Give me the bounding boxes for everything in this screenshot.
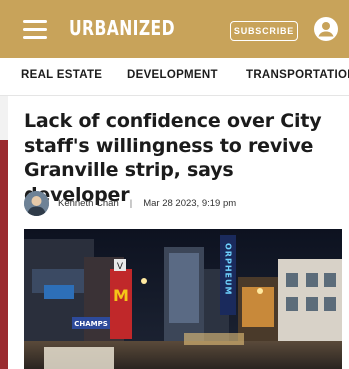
mcdonalds-sign: M bbox=[113, 286, 129, 305]
top-header-bar: URBANIZED SUBSCRIBE bbox=[0, 0, 349, 58]
nav-item-development[interactable]: DEVELOPMENT bbox=[127, 69, 218, 81]
champs-sign: CHAMPS bbox=[74, 320, 108, 328]
v-sign: V bbox=[117, 262, 124, 272]
accent-strip bbox=[0, 140, 8, 369]
article-hero-image[interactable]: M V CHAMPS ORPHEUM bbox=[24, 229, 342, 369]
byline-separator: | bbox=[129, 197, 133, 209]
author-name[interactable]: Kenneth Chan bbox=[58, 198, 119, 209]
publish-date: Mar 28 2023, 9:19 pm bbox=[143, 197, 237, 209]
category-nav: REAL ESTATE DEVELOPMENT TRANSPORTATION bbox=[0, 58, 349, 96]
site-logo[interactable]: URBANIZED bbox=[69, 16, 175, 40]
nav-item-real-estate[interactable]: REAL ESTATE bbox=[21, 69, 102, 81]
article-byline: Kenneth Chan | Mar 28 2023, 9:19 pm bbox=[24, 190, 236, 216]
account-icon[interactable] bbox=[314, 17, 338, 41]
hamburger-menu-icon[interactable] bbox=[23, 20, 47, 39]
nav-item-transportation[interactable]: TRANSPORTATION bbox=[246, 69, 349, 81]
page-edge-divider bbox=[0, 96, 8, 140]
orpheum-sign: ORPHEUM bbox=[224, 243, 233, 295]
subscribe-button[interactable]: SUBSCRIBE bbox=[230, 21, 298, 41]
author-avatar[interactable] bbox=[24, 190, 49, 216]
